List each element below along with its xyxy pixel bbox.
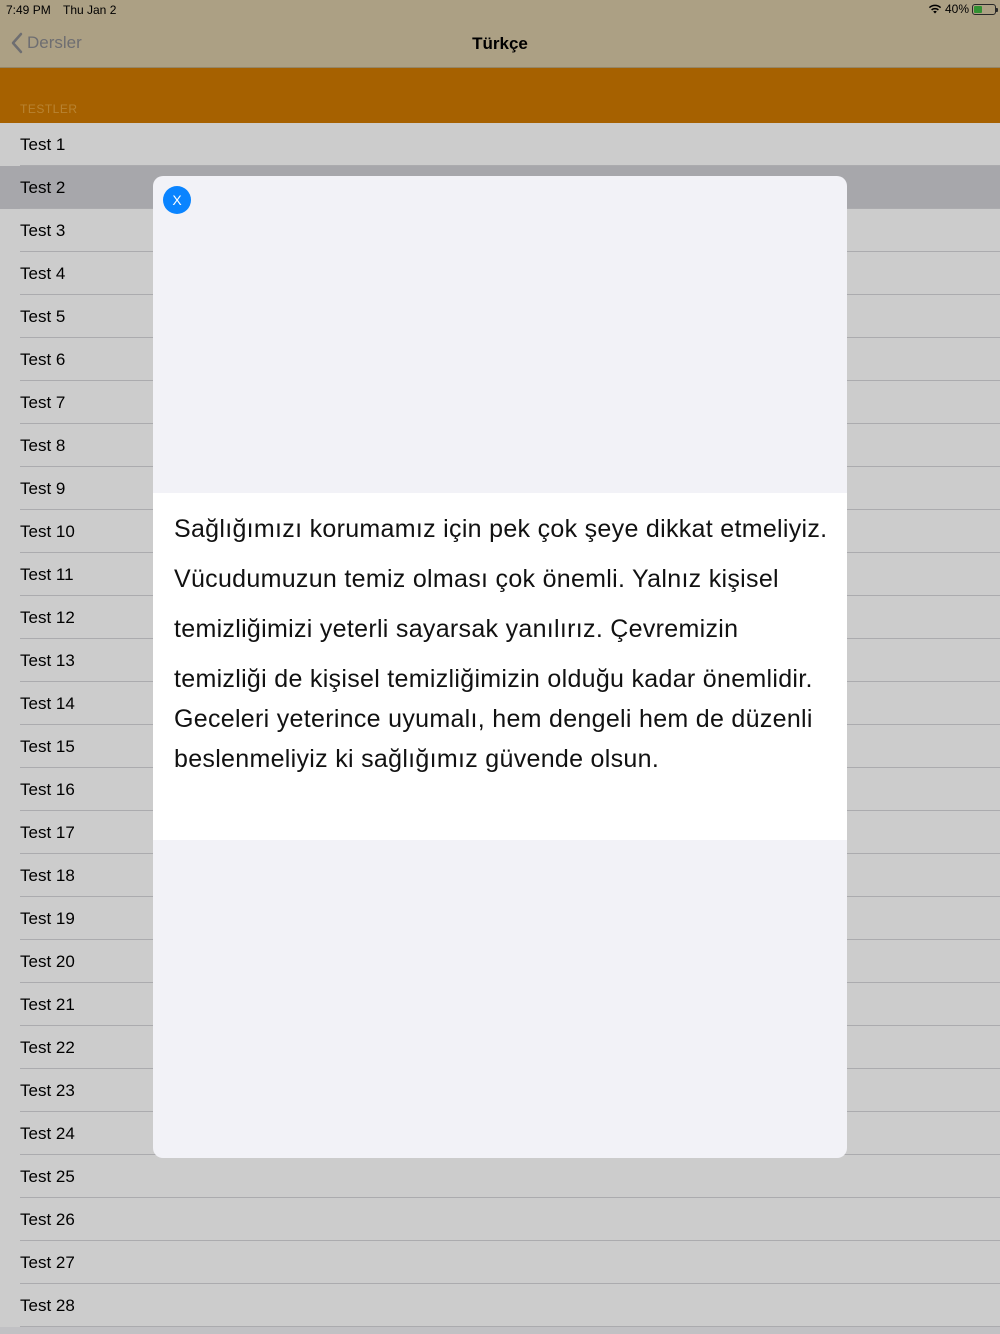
passage-line: temizliğimizi yeterli sayarsak yanılırız… — [174, 615, 739, 643]
passage-line: Sağlığımızı korumamız için pek çok şeye … — [174, 515, 828, 543]
close-button[interactable]: X — [163, 186, 191, 214]
passage-line: Geceleri yeterince uyumalı, hem dengeli … — [174, 705, 813, 733]
passage-image: Sağlığımızı korumamız için pek çok şeye … — [153, 493, 847, 840]
passage-line: beslenmeliyiz ki sağlığımız güvende olsu… — [174, 745, 660, 773]
passage-line: Vücudumuzun temiz olması çok önemli. Yal… — [174, 565, 779, 593]
passage-line: temizliği de kişisel temizliğimizin oldu… — [174, 665, 813, 693]
passage-modal: X Sağlığımızı korumamız için pek çok şey… — [153, 176, 847, 1158]
